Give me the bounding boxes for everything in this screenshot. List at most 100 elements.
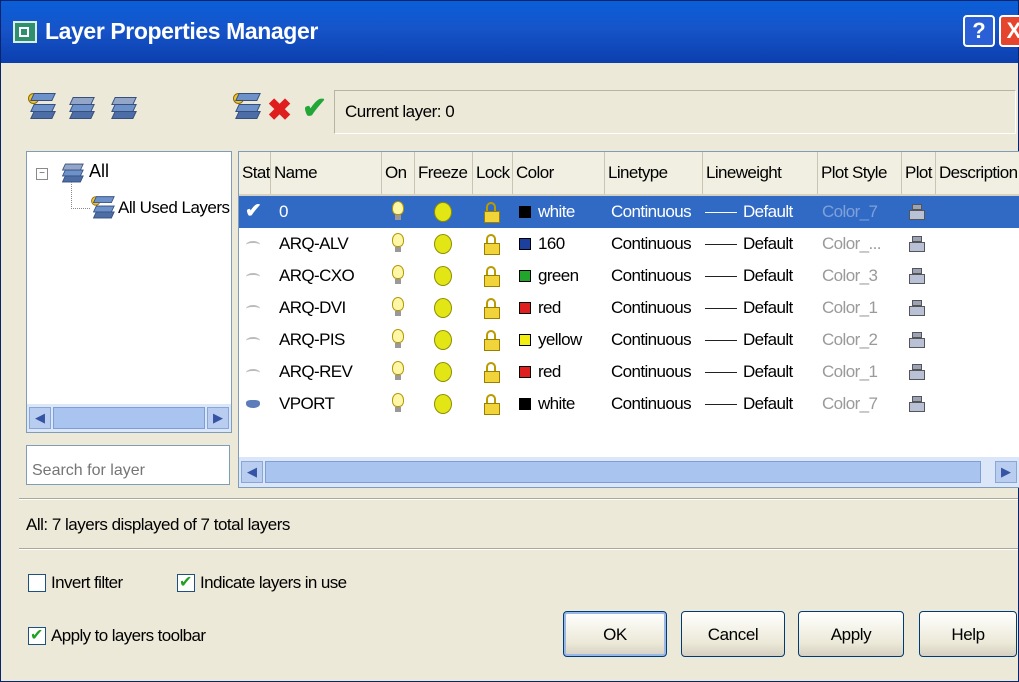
tree-horizontal-scrollbar[interactable]: ◀ ▶ [27,404,231,432]
layer-in-use-icon[interactable] [246,400,260,408]
col-header-linetype[interactable]: Linetype [605,152,703,194]
new-layer-icon[interactable] [233,93,261,123]
scroll-thumb[interactable] [53,407,205,429]
layer-unused-icon[interactable] [246,369,260,377]
scroll-right-icon[interactable]: ▶ [207,407,229,429]
layer-name[interactable]: VPORT [279,388,335,420]
filter-tree[interactable]: − All All Used Layers ◀ ▶ [26,151,232,433]
col-header-name[interactable]: Name [271,152,382,194]
layer-color-name[interactable]: yellow [538,324,582,356]
new-group-filter-icon[interactable] [67,93,95,123]
layer-row[interactable]: ✔ 0 white Continuous Default Color_7 [239,196,1019,228]
layer-lineweight[interactable]: Default [743,324,793,356]
layer-unused-icon[interactable] [246,337,260,345]
layer-color-name[interactable]: white [538,388,575,420]
layer-list-grid[interactable]: Stat Name On Freeze Lock Color Linetype … [238,151,1019,488]
layer-lineweight[interactable]: Default [743,292,793,324]
freeze-sun-icon[interactable] [434,362,452,382]
layer-color-name[interactable]: 160 [538,228,565,260]
col-header-description[interactable]: Description [936,152,1019,194]
col-header-plot[interactable]: Plot [902,152,936,194]
grid-scroll-thumb[interactable] [265,461,981,483]
layer-row[interactable]: VPORT white Continuous Default Color_7 [239,388,1019,420]
apply-button[interactable]: Apply [798,611,904,657]
freeze-sun-icon[interactable] [434,234,452,254]
freeze-sun-icon[interactable] [434,330,452,350]
unlocked-padlock-icon[interactable] [484,298,500,320]
help-button[interactable]: Help [919,611,1017,657]
layer-color-name[interactable]: red [538,292,561,324]
layer-unused-icon[interactable] [246,273,260,281]
grid-scroll-left-icon[interactable]: ◀ [241,461,263,483]
color-swatch[interactable] [519,302,531,314]
set-current-icon[interactable]: ✔ [302,94,327,124]
layer-lineweight[interactable]: Default [743,228,793,260]
layer-color-name[interactable]: white [538,196,575,228]
layer-linetype[interactable]: Continuous [611,356,692,388]
layer-unused-icon[interactable] [246,305,260,313]
layer-name[interactable]: ARQ-CXO [279,260,355,292]
search-layer-input[interactable] [26,445,230,485]
on-lightbulb-icon[interactable] [392,393,404,413]
scroll-left-icon[interactable]: ◀ [29,407,51,429]
cancel-button[interactable]: Cancel [681,611,785,657]
grid-scroll-right-icon[interactable]: ▶ [995,461,1017,483]
plot-printer-icon[interactable] [909,396,925,412]
apply-to-layers-toolbar-checkbox[interactable] [28,625,46,645]
layer-lineweight[interactable]: Default [743,356,793,388]
layer-row[interactable]: ARQ-REV red Continuous Default Color_1 [239,356,1019,388]
layer-name[interactable]: ARQ-PIS [279,324,345,356]
on-lightbulb-icon[interactable] [392,361,404,381]
on-lightbulb-icon[interactable] [392,233,404,253]
unlocked-padlock-icon[interactable] [484,394,500,416]
layer-lineweight[interactable]: Default [743,260,793,292]
tree-item-all[interactable]: All [89,161,109,182]
col-header-lineweight[interactable]: Lineweight [703,152,818,194]
close-button[interactable]: X [999,15,1019,47]
current-layer-check-icon[interactable]: ✔ [245,195,262,227]
unlocked-padlock-icon[interactable] [484,330,500,352]
color-swatch[interactable] [519,238,531,250]
plot-printer-icon[interactable] [909,236,925,252]
color-swatch[interactable] [519,334,531,346]
grid-horizontal-scrollbar[interactable]: ◀ ▶ [239,457,1019,487]
layer-lineweight[interactable]: Default [743,388,793,420]
layer-row[interactable]: ARQ-PIS yellow Continuous Default Color_2 [239,324,1019,356]
invert-filter-checkbox[interactable] [28,574,46,592]
color-swatch[interactable] [519,398,531,410]
layer-lineweight[interactable]: Default [743,196,793,228]
indicate-layers-in-use-checkbox[interactable] [177,572,195,592]
layer-linetype[interactable]: Continuous [611,388,692,420]
on-lightbulb-icon[interactable] [392,329,404,349]
unlocked-padlock-icon[interactable] [484,266,500,288]
layer-name[interactable]: 0 [279,196,288,228]
col-header-freeze[interactable]: Freeze [415,152,473,194]
unlocked-padlock-icon[interactable] [484,362,500,384]
col-header-lock[interactable]: Lock [473,152,513,194]
color-swatch[interactable] [519,270,531,282]
plot-printer-icon[interactable] [909,204,925,220]
plot-printer-icon[interactable] [909,364,925,380]
title-bar[interactable]: Layer Properties Manager ? X [1,1,1019,63]
layer-linetype[interactable]: Continuous [611,196,692,228]
freeze-sun-icon[interactable] [434,266,452,286]
layer-linetype[interactable]: Continuous [611,228,692,260]
tree-collapse-icon[interactable]: − [36,168,48,180]
color-swatch[interactable] [519,366,531,378]
ok-button[interactable]: OK [563,611,667,657]
layer-linetype[interactable]: Continuous [611,324,692,356]
freeze-sun-icon[interactable] [434,202,452,222]
layer-name[interactable]: ARQ-ALV [279,228,349,260]
on-lightbulb-icon[interactable] [392,265,404,285]
layer-unused-icon[interactable] [246,241,260,249]
col-header-plot-style[interactable]: Plot Style [818,152,902,194]
freeze-sun-icon[interactable] [434,298,452,318]
layer-row[interactable]: ARQ-ALV 160 Continuous Default Color_... [239,228,1019,260]
layer-name[interactable]: ARQ-DVI [279,292,346,324]
col-header-on[interactable]: On [382,152,415,194]
delete-layer-icon[interactable]: ✖ [267,96,292,126]
color-swatch[interactable] [519,206,531,218]
unlocked-padlock-icon[interactable] [484,202,500,224]
help-title-button[interactable]: ? [963,15,995,47]
on-lightbulb-icon[interactable] [392,297,404,317]
